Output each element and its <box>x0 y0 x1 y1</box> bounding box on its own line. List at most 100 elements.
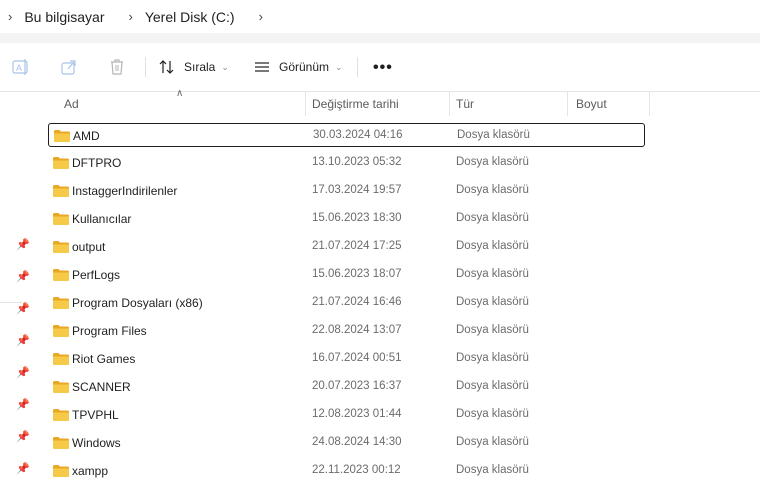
file-row[interactable]: TPVPHL 12.08.2023 01:44 Dosya klasörü <box>48 403 645 427</box>
file-modified-date: 20.07.2023 16:37 <box>312 380 402 392</box>
file-name: output <box>72 240 106 254</box>
file-name: SCANNER <box>72 380 131 394</box>
file-modified-date: 17.03.2024 19:57 <box>312 184 402 196</box>
file-name: TPVPHL <box>72 408 119 422</box>
file-row[interactable]: DFTPRO 13.10.2023 05:32 Dosya klasörü <box>48 151 645 175</box>
folder-icon <box>53 297 69 309</box>
file-row[interactable]: PerfLogs 15.06.2023 18:07 Dosya klasörü <box>48 263 645 287</box>
address-bar[interactable]: › Bu bilgisayar › Yerel Disk (C:) › <box>0 0 760 33</box>
folder-icon <box>53 437 69 449</box>
file-type: Dosya klasörü <box>456 212 529 224</box>
pin-icon[interactable]: 📌 <box>16 366 30 379</box>
column-resize-handle[interactable] <box>305 92 306 116</box>
address-bar-divider <box>0 33 760 43</box>
svg-text:A: A <box>16 63 22 73</box>
file-row[interactable]: SCANNER 20.07.2023 16:37 Dosya klasörü <box>48 375 645 399</box>
file-modified-date: 15.06.2023 18:07 <box>312 268 402 280</box>
file-modified-date: 16.07.2024 00:51 <box>312 352 402 364</box>
chevron-down-icon: ⌄ <box>221 61 229 72</box>
folder-icon <box>53 157 69 169</box>
file-name: Riot Games <box>72 352 136 366</box>
file-row[interactable]: Kullanıcılar 15.06.2023 18:30 Dosya klasör… <box>48 207 645 231</box>
sort-button[interactable]: Sırala ⌄ <box>158 57 229 77</box>
file-name: DFTPRO <box>72 156 122 170</box>
file-modified-date: 21.07.2024 16:46 <box>312 296 402 308</box>
folder-icon <box>54 130 70 142</box>
file-row[interactable]: xampp 22.11.2023 00:12 Dosya klasörü <box>48 459 645 483</box>
column-resize-handle[interactable] <box>567 92 568 116</box>
column-header-date[interactable]: Değiştirme tarihi <box>312 92 448 116</box>
pin-icon[interactable]: 📌 <box>16 430 30 443</box>
column-header-size-label: Boyut <box>576 97 607 111</box>
view-label: Görünüm <box>279 60 330 74</box>
file-modified-date: 22.08.2024 13:07 <box>312 324 402 336</box>
file-type: Dosya klasörü <box>456 464 529 476</box>
file-row[interactable]: Program Dosyaları (x86) 21.07.2024 16:46 D… <box>48 291 645 315</box>
file-type: Dosya klasörü <box>456 380 529 392</box>
file-modified-date: 30.03.2024 04:16 <box>313 129 403 141</box>
file-modified-date: 15.06.2023 18:30 <box>312 212 402 224</box>
file-modified-date: 22.11.2023 00:12 <box>312 464 401 476</box>
column-header-type-label: Tür <box>456 97 474 111</box>
delete-icon[interactable] <box>107 57 127 77</box>
file-row[interactable]: output 21.07.2024 17:25 Dosya klasörü <box>48 235 645 259</box>
pin-icon[interactable]: 📌 <box>16 302 30 315</box>
pin-icon[interactable]: 📌 <box>16 238 30 251</box>
file-modified-date: 21.07.2024 17:25 <box>312 240 402 252</box>
file-modified-date: 12.08.2023 01:44 <box>312 408 402 420</box>
file-name: Program Dosyaları (x86) <box>72 296 203 310</box>
view-button[interactable]: Görünüm ⌄ <box>253 57 343 77</box>
file-type: Dosya klasörü <box>456 352 529 364</box>
file-type: Dosya klasörü <box>456 324 529 336</box>
column-header-name[interactable]: Ad <box>64 92 304 116</box>
pin-icon[interactable]: 📌 <box>16 270 30 283</box>
folder-icon <box>53 241 69 253</box>
breadcrumb-local-disk[interactable]: Yerel Disk (C:) <box>145 9 235 25</box>
breadcrumb-chevron-icon[interactable]: › <box>129 9 133 24</box>
column-resize-handle[interactable] <box>449 92 450 116</box>
column-resize-handle[interactable] <box>649 92 650 116</box>
file-name: Program Files <box>72 324 147 338</box>
more-options-button[interactable]: ••• <box>373 59 393 77</box>
folder-icon <box>53 213 69 225</box>
file-type: Dosya klasörü <box>456 408 529 420</box>
file-type: Dosya klasörü <box>456 156 529 168</box>
folder-icon <box>53 465 69 477</box>
command-bar: A Sırala ⌄ Görünüm ⌄ ••• <box>0 43 760 92</box>
folder-icon <box>53 325 69 337</box>
file-name: Windows <box>72 436 121 450</box>
file-modified-date: 24.08.2024 14:30 <box>312 436 402 448</box>
column-header-type[interactable]: Tür <box>456 92 566 116</box>
file-type: Dosya klasörü <box>456 296 529 308</box>
folder-icon <box>53 353 69 365</box>
file-type: Dosya klasörü <box>457 129 530 141</box>
breadcrumb-chevron-icon[interactable]: › <box>259 9 263 24</box>
chevron-down-icon: ⌄ <box>335 61 343 72</box>
file-modified-date: 13.10.2023 05:32 <box>312 156 402 168</box>
breadcrumb-this-pc[interactable]: Bu bilgisayar <box>24 9 104 25</box>
file-type: Dosya klasörü <box>456 240 529 252</box>
toolbar-separator <box>145 57 146 77</box>
toolbar-separator <box>357 57 358 77</box>
breadcrumb-chevron-icon[interactable]: › <box>8 9 12 24</box>
file-type: Dosya klasörü <box>456 436 529 448</box>
pin-icon[interactable]: 📌 <box>16 462 30 475</box>
file-name: InstaggerIndirilenler <box>72 184 178 198</box>
file-type: Dosya klasörü <box>456 268 529 280</box>
file-row[interactable]: AMD 30.03.2024 04:16 Dosya klasörü <box>48 123 645 147</box>
folder-icon <box>53 409 69 421</box>
file-row[interactable]: Program Files 22.08.2024 13:07 Dosya klasö… <box>48 319 645 343</box>
file-row[interactable]: InstaggerIndirilenler 17.03.2024 19:57 Dos… <box>48 179 645 203</box>
file-row[interactable]: Riot Games 16.07.2024 00:51 Dosya klasörü <box>48 347 645 371</box>
folder-icon <box>53 269 69 281</box>
pin-icon[interactable]: 📌 <box>16 398 30 411</box>
rename-icon[interactable]: A <box>11 57 31 77</box>
pin-icon[interactable]: 📌 <box>16 334 30 347</box>
file-name: Kullanıcılar <box>72 212 132 226</box>
column-header-name-label: Ad <box>64 97 79 111</box>
column-header-size[interactable]: Boyut <box>576 92 648 116</box>
share-icon[interactable] <box>59 57 79 77</box>
file-type: Dosya klasörü <box>456 184 529 196</box>
navigation-pane: 📌 📌 📌 📌 📌 📌 📌 📌 <box>0 92 33 485</box>
file-row[interactable]: Windows 24.08.2024 14:30 Dosya klasörü <box>48 431 645 455</box>
